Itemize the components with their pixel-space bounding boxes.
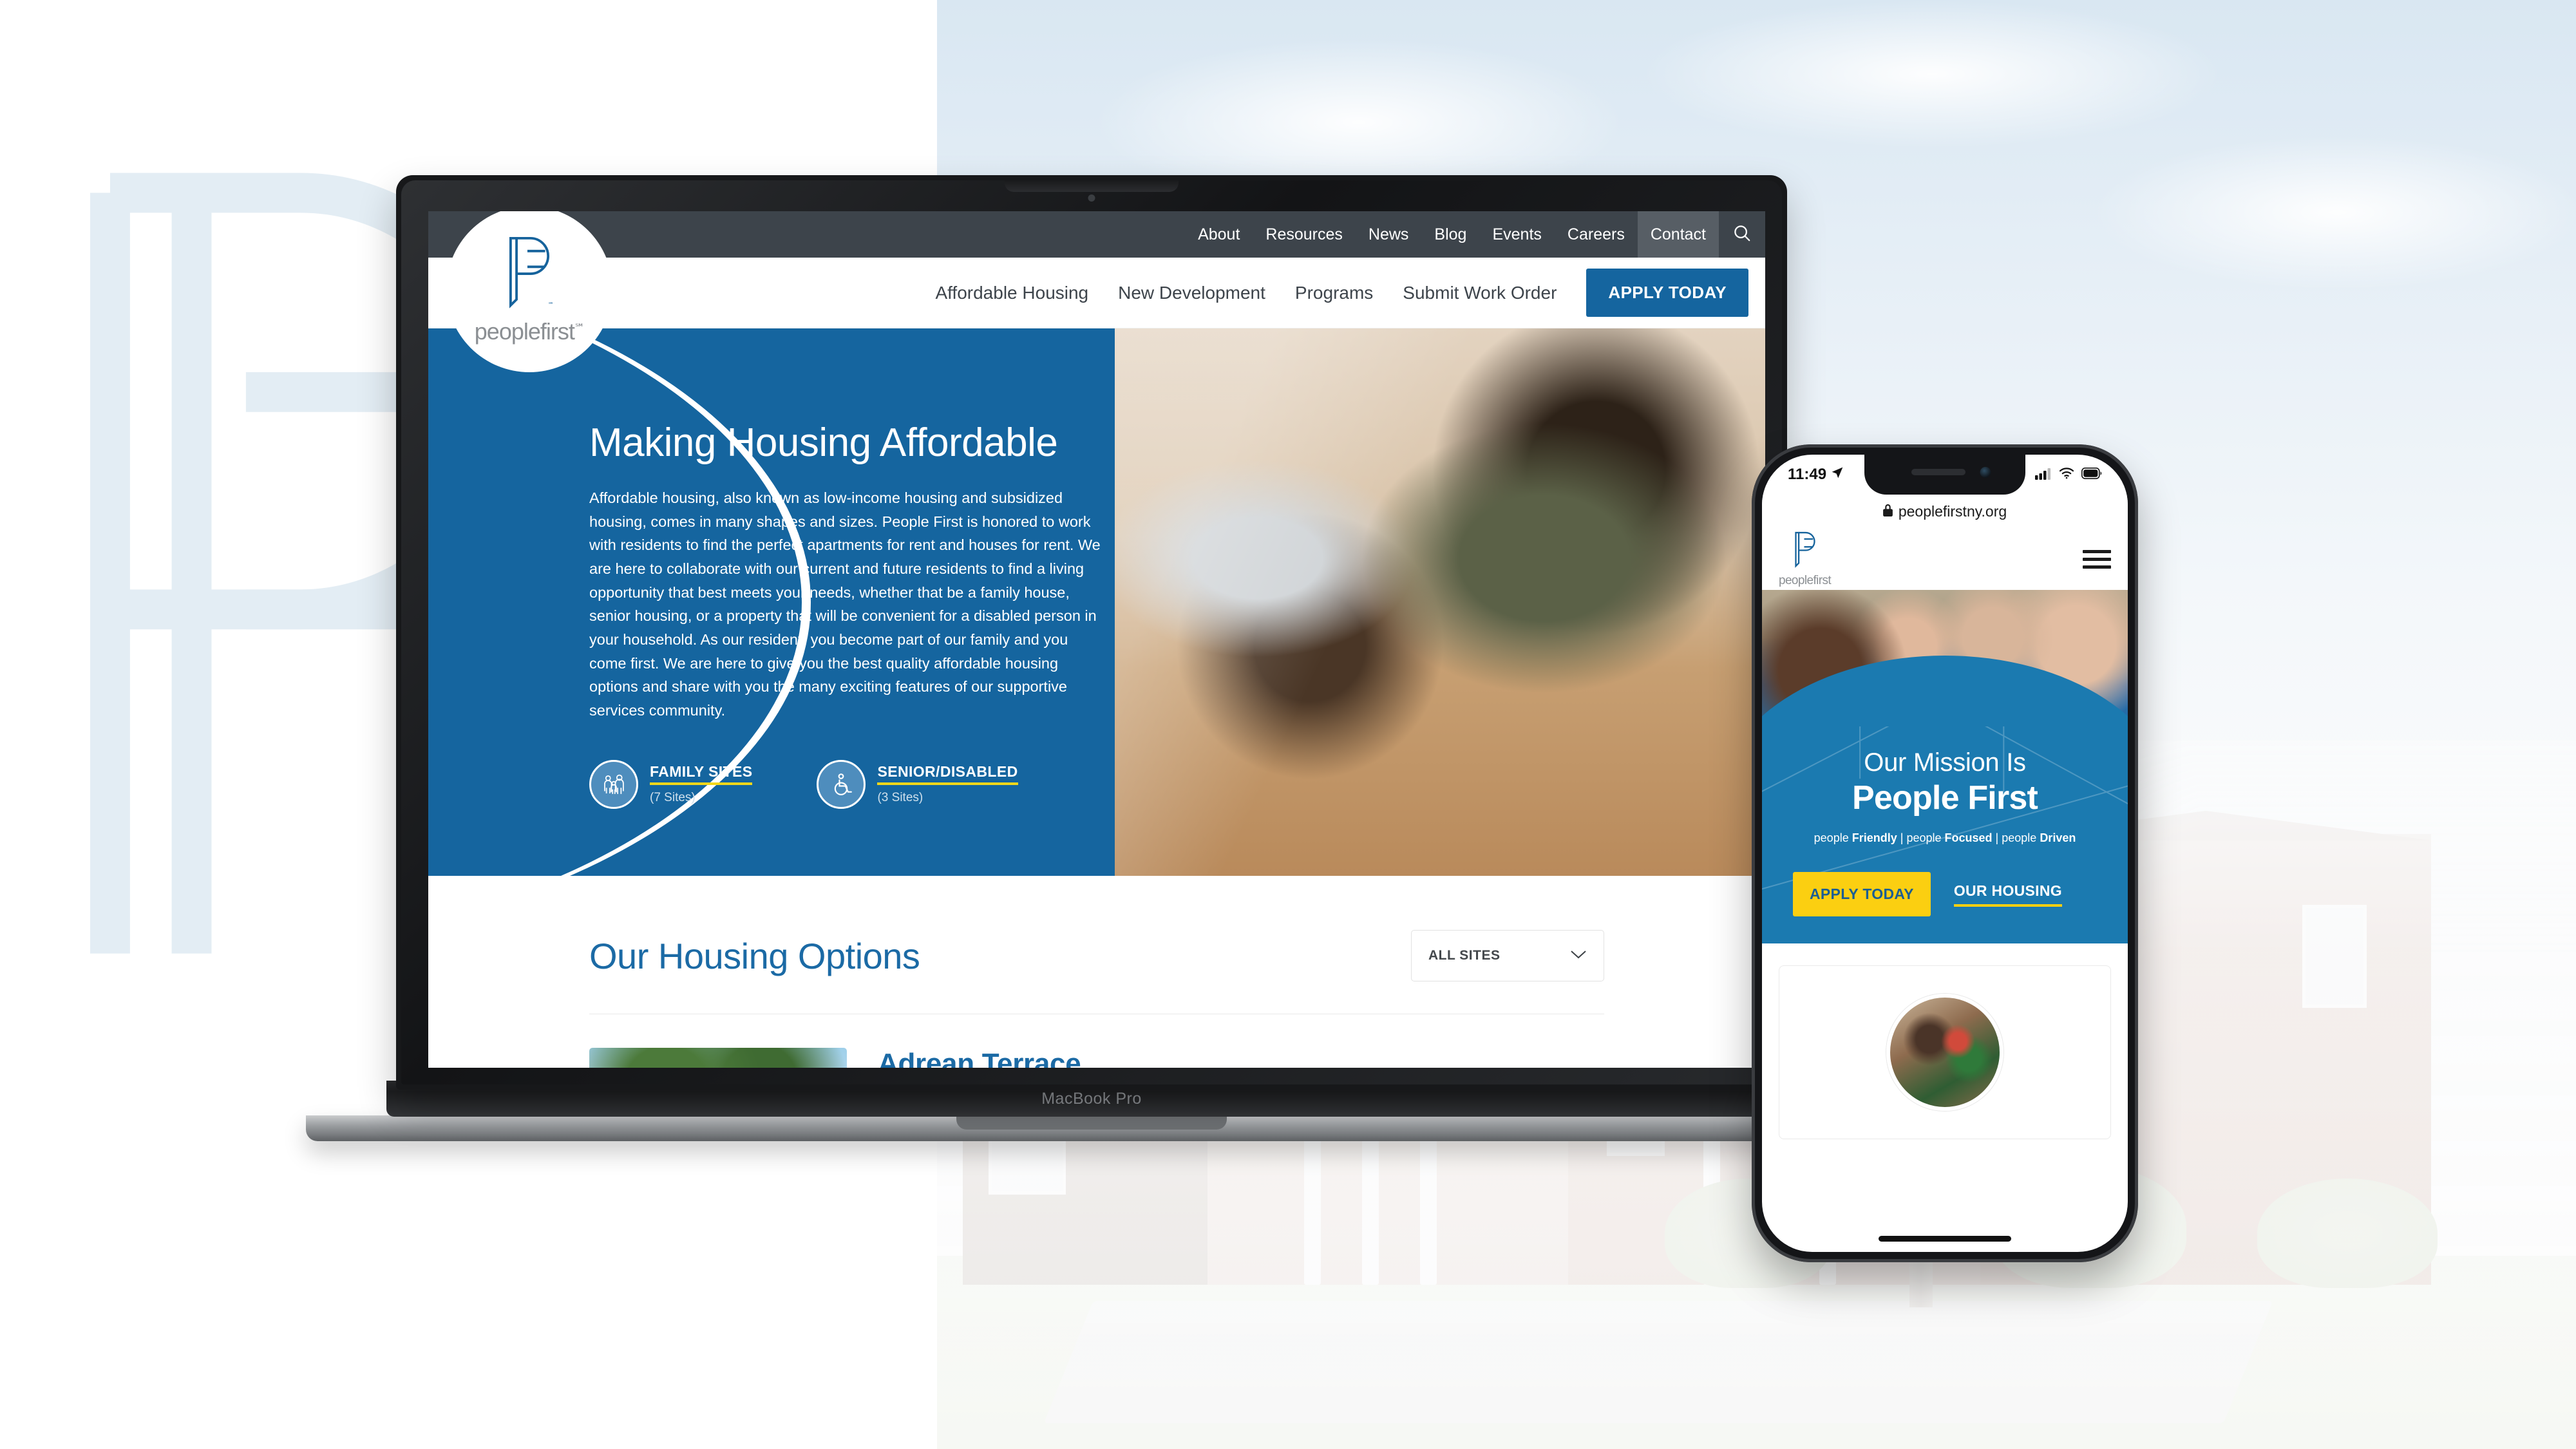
hero-link-count: (3 Sites) [877, 791, 923, 805]
mobile-hero-eyebrow: Our Mission Is [1864, 748, 2026, 777]
laptop-lid: About Resources News Blog Events Careers… [396, 175, 1787, 1090]
housing-options-section: Our Housing Options ALL SITES Adrean Ter… [428, 876, 1765, 1068]
utility-nav-item-blog[interactable]: Blog [1421, 211, 1479, 258]
housing-options-heading: Our Housing Options [589, 935, 920, 976]
hero-link-count: (7 Sites) [650, 791, 696, 805]
laptop-screen: About Resources News Blog Events Careers… [428, 211, 1765, 1068]
nav-item-new-development[interactable]: New Development [1118, 283, 1265, 303]
mobile-site-logo[interactable]: peoplefirst [1779, 531, 1832, 588]
hero-link-family-sites[interactable]: FAMILY SITES (7 Sites) [589, 759, 753, 809]
battery-icon [2081, 467, 2102, 482]
hero-link-title: SENIOR/DISABLED [877, 763, 1018, 786]
site-logo[interactable]: ℠ peoplefirst℠ [446, 211, 612, 372]
desktop-website: About Resources News Blog Events Careers… [428, 211, 1765, 1068]
cloud [2093, 135, 2576, 290]
mobile-our-housing-link[interactable]: OUR HOUSING [1953, 882, 2062, 907]
phone-screen: 11:49 peoplefirstny.org peoplefirst Our … [1762, 455, 2128, 1252]
tagline-separator: | [1995, 831, 1999, 844]
status-indicators [2035, 467, 2102, 483]
people-first-p-monogram-icon [1790, 531, 1820, 571]
housing-options-header: Our Housing Options ALL SITES [589, 930, 1604, 1014]
hero-heading: Making Housing Affordable [589, 421, 1058, 465]
utility-nav-item-events[interactable]: Events [1479, 211, 1554, 258]
webcam-icon [1088, 194, 1095, 202]
listing-title[interactable]: Adrean Terrace [878, 1048, 1137, 1068]
hero-paragraph: Affordable housing, also known as low-in… [589, 489, 1101, 719]
home-indicator [1879, 1236, 2011, 1242]
mother-and-child-drawing-photo-icon [1115, 328, 1765, 876]
utility-nav: About Resources News Blog Events Careers… [1185, 211, 1719, 258]
apply-today-button[interactable]: APPLY TODAY [1586, 269, 1748, 317]
location-arrow-icon [1831, 466, 1844, 484]
laptop-model-label: MacBook Pro [1041, 1090, 1142, 1108]
laptop-base-front [306, 1115, 1877, 1141]
search-button[interactable] [1719, 211, 1765, 258]
status-time-group: 11:49 [1788, 466, 1844, 484]
mobile-hero-section: Our Mission Is People First people Frien… [1762, 726, 2128, 943]
listing-thumbnail [589, 1048, 847, 1068]
site-filter-value: ALL SITES [1428, 948, 1501, 963]
tagline-part-3: people Driven [2002, 831, 2076, 844]
hero-link-title: FAMILY SITES [650, 763, 753, 786]
wifi-icon [2059, 467, 2074, 482]
nav-item-affordable-housing[interactable]: Affordable Housing [935, 283, 1088, 303]
svg-text:℠: ℠ [548, 301, 554, 307]
utility-nav-bar: About Resources News Blog Events Careers… [428, 211, 1765, 258]
utility-nav-item-contact[interactable]: Contact [1637, 211, 1719, 258]
macbook-pro-mockup: MacBook Pro About Resources News Blog Ev… [306, 175, 1877, 1167]
nav-item-submit-work-order[interactable]: Submit Work Order [1403, 283, 1557, 303]
hero-link-senior-disabled[interactable]: SENIOR/DISABLED (3 Sites) [817, 759, 1018, 809]
hero-photo [1115, 328, 1765, 876]
hero-text-block: Making Housing Affordable Affordable hou… [589, 420, 1104, 809]
mobile-hero-photo [1762, 578, 2128, 726]
mobile-hero-curve [1762, 656, 2128, 726]
tagline-part-2: people Focused [1906, 831, 1993, 844]
family-at-christmas-tree-photo-icon [1886, 994, 2003, 1111]
lock-icon [1882, 503, 1893, 520]
mobile-hero-tagline: people Friendly | people Focused | peopl… [1781, 831, 2108, 845]
phone-body: 11:49 peoplefirstny.org peoplefirst Our … [1752, 444, 2138, 1262]
search-icon [1732, 223, 1752, 246]
utility-nav-item-careers[interactable]: Careers [1555, 211, 1638, 258]
utility-nav-item-about[interactable]: About [1185, 211, 1253, 258]
mobile-hero-buttons: APPLY TODAY OUR HOUSING [1781, 872, 2108, 916]
listing-row[interactable]: Adrean Terrace 1736 Armory Drive, Utica,… [589, 1014, 1604, 1068]
chevron-down-icon [1570, 948, 1587, 963]
utility-nav-item-news[interactable]: News [1356, 211, 1422, 258]
mobile-apply-today-button[interactable]: APPLY TODAY [1793, 872, 1931, 916]
cellular-bars-icon [2035, 467, 2052, 483]
mobile-card-section [1762, 943, 2128, 1139]
cloud [1642, 0, 2222, 148]
hamburger-menu-icon[interactable] [2083, 549, 2111, 569]
mobile-logo-wordmark: peoplefirst [1779, 573, 1832, 587]
status-time: 11:49 [1788, 466, 1827, 483]
utility-nav-item-resources[interactable]: Resources [1253, 211, 1356, 258]
mobile-story-card[interactable] [1779, 965, 2111, 1139]
mobile-site-header: peoplefirst [1762, 528, 2128, 590]
screen-notch [1005, 180, 1179, 192]
hero-link-text-group: SENIOR/DISABLED (3 Sites) [877, 763, 1018, 805]
primary-nav: Affordable Housing New Development Progr… [935, 283, 1557, 303]
hero-section: Making Housing Affordable Affordable hou… [428, 328, 1765, 876]
primary-nav-bar: Affordable Housing New Development Progr… [428, 258, 1765, 328]
wheelchair-accessible-icon [817, 759, 866, 809]
laptop-bezel: About Resources News Blog Events Careers… [401, 180, 1782, 1084]
people-first-p-monogram-icon: ℠ [500, 234, 559, 313]
laptop-lip [956, 1115, 1227, 1130]
mobile-hero-heading: People First [1852, 779, 2038, 817]
browser-address-bar[interactable]: peoplefirstny.org [1762, 495, 2128, 528]
browser-url: peoplefirstny.org [1898, 502, 2007, 520]
site-logo-wordmark: peoplefirst℠ [474, 317, 585, 345]
hero-quicklinks: FAMILY SITES (7 Sites) SENIOR/DISABLED (… [589, 759, 1104, 809]
site-filter-select[interactable]: ALL SITES [1411, 930, 1604, 981]
iphone-mockup: 11:49 peoplefirstny.org peoplefirst Our … [1752, 444, 2138, 1262]
phone-status-bar: 11:49 [1762, 455, 2128, 495]
tagline-separator: | [1900, 831, 1904, 844]
hero-link-text-group: FAMILY SITES (7 Sites) [650, 763, 753, 805]
listing-info: Adrean Terrace 1736 Armory Drive, Utica,… [878, 1048, 1137, 1068]
tagline-part-1: people Friendly [1814, 831, 1897, 844]
nav-item-programs[interactable]: Programs [1295, 283, 1373, 303]
family-icon [589, 759, 638, 809]
